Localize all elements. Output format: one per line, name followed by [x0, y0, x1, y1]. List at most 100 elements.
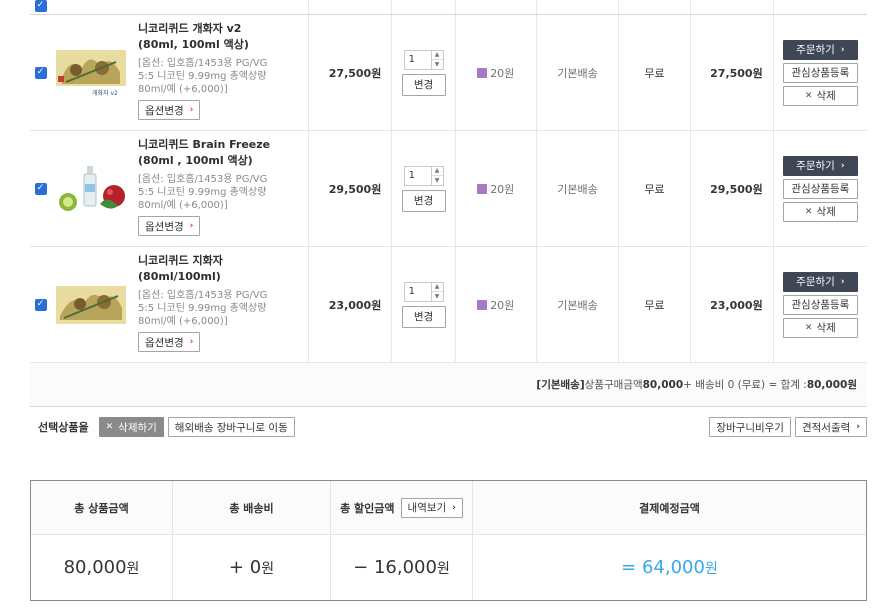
add-wishlist-button[interactable]: 관심상품등록: [782, 62, 858, 83]
x-icon: ✕: [804, 206, 813, 217]
quantity-change-button[interactable]: 변경: [401, 73, 446, 96]
thumb-caption: 개화자 v2: [92, 89, 118, 97]
x-icon: ✕: [804, 322, 813, 333]
shipping-fee: 무료: [619, 131, 691, 246]
delete-button[interactable]: ✕ 삭제: [782, 317, 858, 338]
qty-up-icon[interactable]: ▲: [431, 51, 443, 60]
chevron-right-icon: ›: [856, 422, 860, 432]
points-icon: [477, 299, 488, 310]
item-total: 29,500원: [691, 131, 774, 246]
product-thumbnail[interactable]: 개화자 v2: [51, 15, 130, 130]
shipping-fee: 무료: [619, 247, 691, 362]
option-change-button[interactable]: 옵션변경 ›: [138, 100, 201, 120]
item-checkbox[interactable]: ✓: [34, 66, 47, 79]
delete-selected-button[interactable]: ✕ 삭제하기: [98, 417, 164, 437]
item-price: 23,000원: [309, 247, 393, 362]
shipping-type: 기본배송: [537, 15, 620, 130]
empty-cart-button[interactable]: 장바구니비우기: [709, 417, 791, 437]
summary-amount: 80,000: [642, 378, 684, 391]
item-total: 23,000원: [691, 247, 774, 362]
item-total: 27,500원: [691, 15, 774, 130]
order-button[interactable]: 주문하기 ›: [782, 271, 858, 292]
product-image-gaehwaja[interactable]: 개화자 v2: [55, 47, 126, 98]
shipping-total-label: 총 배송비: [173, 481, 331, 534]
qty-down-icon[interactable]: ▼: [432, 176, 443, 185]
option-change-button[interactable]: 옵션변경 ›: [138, 332, 201, 352]
item-checkbox[interactable]: ✓: [34, 298, 47, 311]
shipping-type: 기본배송: [537, 247, 620, 362]
product-total-label: 총 상품금액: [31, 481, 173, 534]
item-points: 20원: [456, 247, 537, 362]
chevron-right-icon: ›: [840, 276, 845, 287]
qty-down-icon[interactable]: ▼: [432, 292, 443, 301]
order-button[interactable]: 주문하기 ›: [782, 39, 858, 60]
shipping-total-value: + 0원: [228, 557, 275, 578]
points-icon: [477, 67, 488, 78]
product-name[interactable]: 니코리퀴드 지화자 (80ml/100ml): [138, 253, 284, 285]
delete-button[interactable]: ✕ 삭제: [782, 201, 858, 222]
item-points: 20원: [456, 131, 537, 246]
selection-label: 선택상품을: [38, 421, 89, 434]
final-amount-value: = 64,000원: [621, 557, 718, 578]
product-image-jihwaja[interactable]: [55, 279, 126, 330]
product-option: [옵션: 입호흡/1453용 PG/VG 5:5 니코틴 9.99mg 총액상량…: [138, 58, 268, 95]
order-button[interactable]: 주문하기 ›: [782, 155, 858, 176]
chevron-right-icon: ›: [189, 221, 194, 231]
quantity-change-button[interactable]: 변경: [401, 189, 446, 212]
quantity-input[interactable]: 1: [405, 283, 431, 301]
summary-label: [기본배송]: [536, 379, 585, 391]
cart-item-row: ✓ 니코리퀴드 Brain Freeze (80ml , 100ml 액상) […: [30, 131, 867, 247]
final-amount-label: 결제예정금액: [639, 501, 700, 515]
chevron-right-icon: ›: [840, 160, 845, 171]
qty-up-icon[interactable]: ▲: [431, 283, 443, 292]
product-name[interactable]: 니코리퀴드 개화자 v2 (80ml, 100ml 액상): [138, 21, 284, 53]
x-icon: ✕: [804, 90, 813, 101]
product-thumbnail[interactable]: [51, 131, 130, 246]
product-image-brain-freeze[interactable]: [55, 163, 126, 214]
print-quote-button[interactable]: 견적서출력 ›: [794, 417, 867, 437]
x-icon: ✕: [105, 422, 114, 432]
product-name[interactable]: 니코리퀴드 Brain Freeze (80ml , 100ml 액상): [138, 137, 284, 169]
delete-button[interactable]: ✕ 삭제: [782, 85, 858, 106]
discount-total-label: 총 할인금액: [340, 501, 395, 515]
qty-down-icon[interactable]: ▼: [432, 60, 443, 69]
cart-table-header: ✓: [30, 0, 867, 15]
item-points: 20원: [456, 15, 537, 130]
option-change-button[interactable]: 옵션변경 ›: [138, 216, 201, 236]
summary-sum: 80,000원: [806, 379, 857, 391]
points-icon: [477, 183, 488, 194]
shipping-fee: 무료: [619, 15, 691, 130]
shipping-summary: [기본배송] 상품구매금액 80,000 + 배송비 0 (무료) = 합계 :…: [30, 363, 867, 407]
select-all-checkbox[interactable]: ✓: [34, 0, 47, 12]
chevron-right-icon: ›: [840, 44, 845, 55]
product-option: [옵션: 입호흡/1453용 PG/VG 5:5 니코틴 9.99mg 총액상량…: [138, 174, 268, 211]
chevron-right-icon: ›: [452, 502, 456, 513]
item-price: 29,500원: [309, 131, 393, 246]
quantity-stepper[interactable]: 1 ▲ ▼: [403, 49, 444, 70]
quantity-input[interactable]: 1: [405, 51, 431, 69]
product-thumbnail[interactable]: [51, 247, 130, 362]
shipping-type: 기본배송: [537, 131, 620, 246]
chevron-right-icon: ›: [189, 337, 194, 347]
add-wishlist-button[interactable]: 관심상품등록: [782, 178, 858, 199]
discount-details-button[interactable]: 내역보기 ›: [400, 497, 463, 518]
item-checkbox[interactable]: ✓: [34, 182, 47, 195]
cart-item-row: ✓ 개화자 v2 니코리퀴드 개화자 v2 (80ml, 100ml 액상) […: [30, 15, 867, 131]
product-total-value: 80,000원: [63, 557, 140, 578]
product-option: [옵션: 입호흡/1453용 PG/VG 5:5 니코틴 9.99mg 총액상량…: [138, 290, 268, 327]
select-all-cell: ✓: [30, 0, 51, 14]
quantity-input[interactable]: 1: [405, 167, 431, 185]
totals-values: 80,000원 + 0원 − 16,000원 = 64,000원: [31, 535, 866, 600]
discount-total-value: − 16,000원: [353, 557, 450, 578]
selection-actions-bar: 선택상품을 ✕ 삭제하기 해외배송 장바구니로 이동 장바구니비우기 견적서출력 ›: [30, 416, 867, 438]
add-wishlist-button[interactable]: 관심상품등록: [782, 294, 858, 315]
cart-table: ✓ ✓ 개화자 v2 니코리퀴드 개화자 v2 (80ml, 100ml 액상)…: [30, 0, 867, 407]
totals-header: 총 상품금액 총 배송비 총 할인금액 내역보기 › 결제예정금액: [31, 481, 866, 535]
quantity-change-button[interactable]: 변경: [401, 305, 446, 328]
qty-up-icon[interactable]: ▲: [431, 167, 443, 176]
quantity-stepper[interactable]: 1 ▲ ▼: [403, 165, 444, 186]
order-totals-table: 총 상품금액 총 배송비 총 할인금액 내역보기 › 결제예정금액 80,000원…: [30, 480, 867, 601]
quantity-stepper[interactable]: 1 ▲ ▼: [403, 281, 444, 302]
move-overseas-cart-button[interactable]: 해외배송 장바구니로 이동: [167, 417, 295, 437]
chevron-right-icon: ›: [189, 105, 194, 115]
